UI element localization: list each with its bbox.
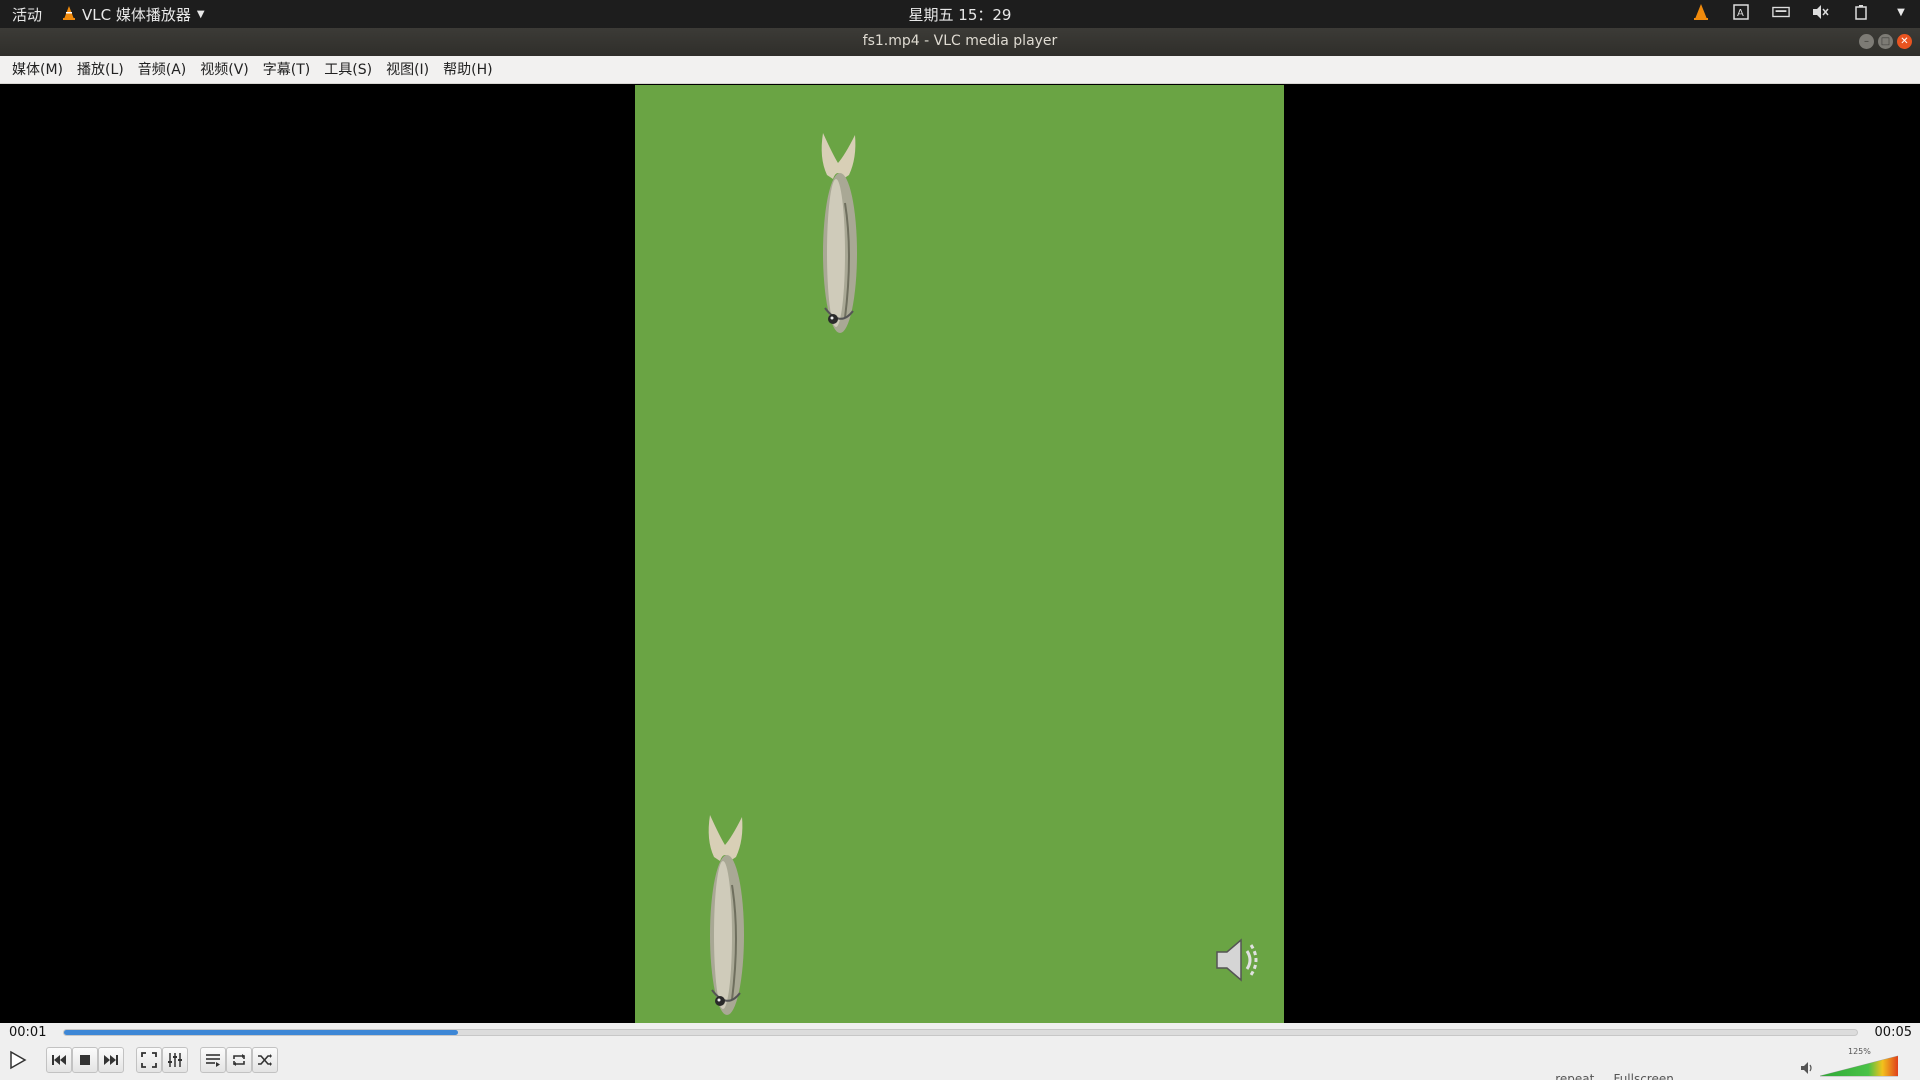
seek-progress <box>64 1030 459 1035</box>
total-time[interactable]: 00:05 <box>1875 1025 1912 1040</box>
control-bar: ... repeat ... Fullscreen ... 125% <box>0 1043 1920 1080</box>
play-icon <box>10 1050 27 1070</box>
extended-settings-button[interactable] <box>162 1047 188 1073</box>
menu-help[interactable]: 帮助(H) <box>436 56 499 84</box>
menu-bar: 媒体(M) 播放(L) 音频(A) 视频(V) 字幕(T) 工具(S) 视图(I… <box>0 56 1920 84</box>
menu-audio[interactable]: 音频(A) <box>131 56 194 84</box>
video-area[interactable] <box>0 85 1920 1023</box>
menu-playback[interactable]: 播放(L) <box>70 56 131 84</box>
elapsed-time[interactable]: 00:01 <box>9 1025 46 1040</box>
system-top-bar: 活动 VLC 媒体播放器 ▼ 星期五 15：29 A ▼ <box>0 0 1920 28</box>
skip-forward-icon <box>104 1055 118 1065</box>
shuffle-icon <box>258 1054 272 1066</box>
menu-view[interactable]: 视图(I) <box>379 56 436 84</box>
previous-button[interactable] <box>46 1047 72 1073</box>
vlc-cone-icon <box>62 5 76 25</box>
app-name: VLC 媒体播放器 <box>82 6 191 24</box>
stop-icon <box>80 1055 90 1065</box>
fish-image <box>708 815 744 1015</box>
fullscreen-icon <box>141 1052 157 1068</box>
svg-text:A: A <box>1737 8 1744 19</box>
menu-video[interactable]: 视频(V) <box>193 56 256 84</box>
maximize-icon: □ <box>1880 35 1891 47</box>
shuffle-button[interactable] <box>252 1047 278 1073</box>
stop-button[interactable] <box>72 1047 98 1073</box>
vlc-tray-icon[interactable] <box>1692 3 1710 21</box>
playlist-icon <box>206 1054 220 1067</box>
keyboard-icon[interactable] <box>1772 3 1790 21</box>
menu-media[interactable]: 媒体(M) <box>5 56 70 84</box>
seek-row: 00:01 00:05 <box>0 1023 1920 1043</box>
play-button[interactable] <box>4 1047 30 1073</box>
menu-arrow-icon[interactable]: ▼ <box>1892 3 1910 21</box>
menu-tools[interactable]: 工具(S) <box>317 56 379 84</box>
status-text: ... repeat ... Fullscreen ... <box>1540 1072 1690 1080</box>
fish-image <box>821 133 857 333</box>
clock[interactable]: 星期五 15：29 <box>909 6 1012 24</box>
maximize-button[interactable]: □ <box>1878 34 1893 49</box>
loop-button[interactable] <box>226 1047 252 1073</box>
skip-back-icon <box>52 1055 66 1065</box>
volume-control[interactable]: 125% <box>1800 1047 1900 1077</box>
seek-slider[interactable] <box>63 1029 1858 1036</box>
volume-muted-icon[interactable] <box>1812 3 1830 21</box>
close-button[interactable]: ✕ <box>1897 34 1912 49</box>
fullscreen-button[interactable] <box>136 1047 162 1073</box>
window-title-bar[interactable]: fs1.mp4 - VLC media player – □ ✕ <box>0 28 1920 56</box>
video-frame <box>635 85 1284 1023</box>
battery-icon[interactable] <box>1852 3 1870 21</box>
chevron-down-icon: ▼ <box>196 9 205 20</box>
close-icon: ✕ <box>1900 35 1909 47</box>
loop-icon <box>233 1054 245 1066</box>
activities-button[interactable]: 活动 <box>12 4 42 25</box>
window-title: fs1.mp4 - VLC media player <box>862 33 1058 49</box>
volume-speaker-icon <box>1801 1062 1812 1074</box>
next-button[interactable] <box>98 1047 124 1073</box>
minimize-icon: – <box>1864 35 1869 47</box>
speaker-icon <box>1216 938 1258 982</box>
playlist-button[interactable] <box>200 1047 226 1073</box>
volume-slider[interactable] <box>1820 1055 1898 1077</box>
input-method-icon[interactable]: A <box>1732 3 1750 21</box>
minimize-button[interactable]: – <box>1859 34 1874 49</box>
equalizer-icon <box>168 1053 182 1067</box>
menu-subtitle[interactable]: 字幕(T) <box>256 56 317 84</box>
app-menu-button[interactable]: VLC 媒体播放器 ▼ <box>62 4 205 25</box>
